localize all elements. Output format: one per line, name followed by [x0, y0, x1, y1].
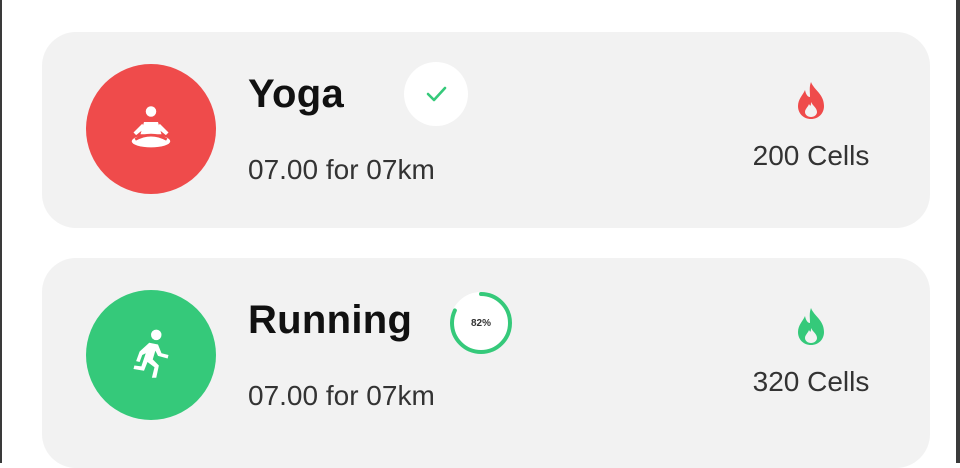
completed-badge: [404, 62, 468, 126]
progress-percent: 82%: [470, 317, 491, 329]
calories-stat: 320 Cells: [736, 306, 886, 398]
activity-card-running[interactable]: Running 82% 07.00 for 07km 320 Cells: [42, 258, 930, 468]
left-edge: [0, 0, 2, 463]
right-edge: [956, 0, 960, 463]
meditation-icon: [131, 106, 171, 148]
activity-avatar: [86, 64, 216, 194]
flame-icon: [798, 82, 824, 119]
calories-value: 200 Cells: [752, 140, 870, 171]
activity-avatar: [86, 290, 216, 420]
activity-screen: Yoga 07.00 for 07km 200 Cells Running 82…: [0, 0, 960, 468]
running-person-icon: [133, 329, 169, 378]
activity-card-yoga[interactable]: Yoga 07.00 for 07km 200 Cells: [42, 32, 930, 228]
progress-ring: 82%: [448, 290, 514, 356]
activity-title: Running: [248, 298, 413, 342]
check-icon: [426, 86, 447, 102]
activity-subtitle: 07.00 for 07km: [248, 380, 435, 411]
calories-stat: 200 Cells: [736, 80, 886, 172]
calories-value: 320 Cells: [752, 366, 870, 397]
flame-icon: [798, 308, 824, 345]
activity-subtitle: 07.00 for 07km: [248, 154, 435, 185]
activity-title: Yoga: [248, 72, 345, 116]
